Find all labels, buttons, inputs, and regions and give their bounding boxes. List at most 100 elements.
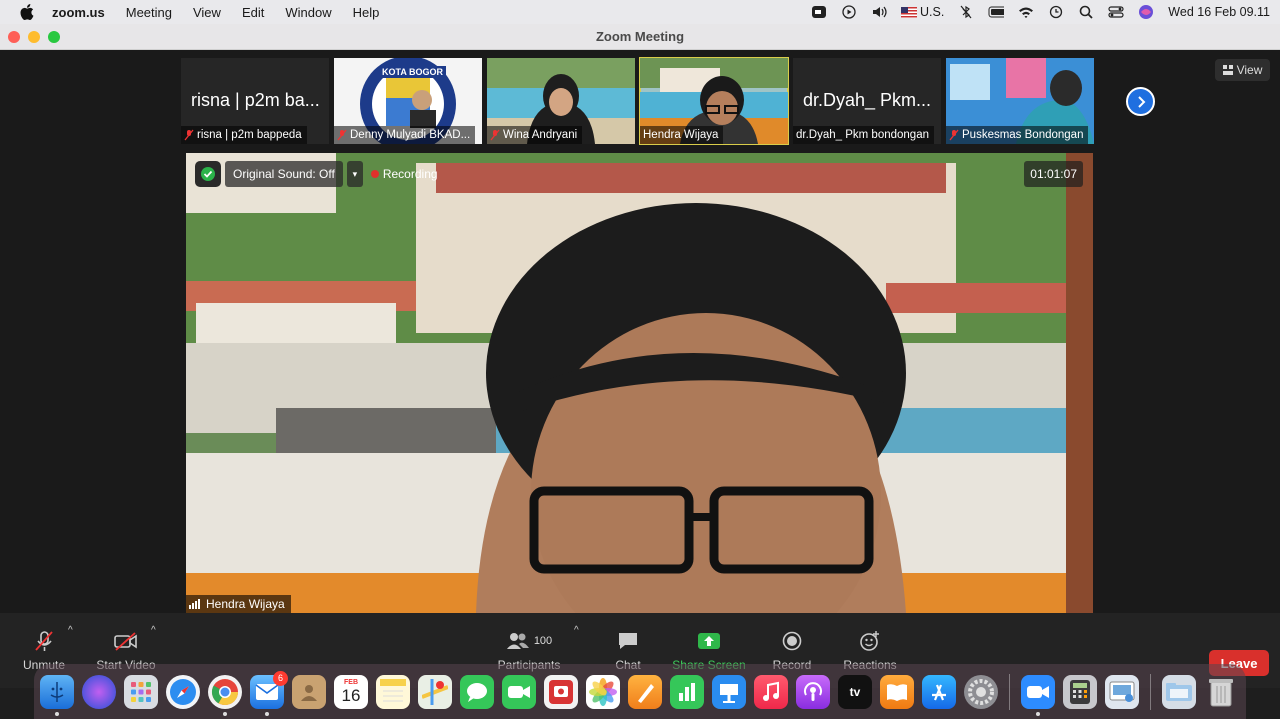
pages-icon[interactable] (628, 674, 662, 709)
speaker-name: Hendra Wijaya (206, 597, 285, 611)
mail-unread-badge: 6 (273, 670, 288, 686)
participant-thumbnail[interactable]: dr.Dyah_ Pkm... dr.Dyah_ Pkm bondongan (793, 58, 941, 144)
downloads-folder-icon[interactable] (1162, 674, 1196, 709)
audio-options-chevron-icon[interactable]: ^ (68, 625, 73, 636)
fullscreen-window-button[interactable] (48, 31, 60, 43)
tv-label: tv (849, 684, 861, 699)
video-off-icon (113, 630, 139, 652)
system-preferences-icon[interactable] (964, 674, 998, 709)
original-sound-dropdown[interactable]: ▾ (346, 161, 363, 187)
participant-name: dr.Dyah_ Pkm bondongan (796, 129, 929, 141)
participant-label: Hendra Wijaya (640, 126, 724, 144)
window-title: Zoom Meeting (595, 29, 685, 44)
zoom-app-icon[interactable] (1021, 674, 1055, 716)
mail-icon[interactable]: 6 (250, 670, 288, 716)
recording-dot-icon (370, 170, 379, 178)
music-icon[interactable] (754, 674, 788, 709)
input-source[interactable]: U.S. (900, 5, 945, 19)
active-speaker-video[interactable]: Original Sound: Off ▾ Recording 01:01:07… (186, 153, 1093, 613)
photos-icon[interactable] (586, 674, 620, 709)
original-sound-toggle[interactable]: Original Sound: Off (225, 161, 343, 187)
security-shield-icon[interactable] (195, 161, 221, 187)
participants-icon-group: 100 (506, 630, 552, 652)
calculator-icon[interactable] (1063, 674, 1097, 709)
participant-label: Denny Mulyadi BKAD... (334, 126, 476, 144)
participant-thumbnail[interactable]: Wina Andryani (487, 58, 635, 144)
photo-booth-icon[interactable] (544, 674, 578, 709)
recording-indicator[interactable]: Recording (367, 161, 442, 187)
time-machine-icon[interactable] (1048, 5, 1064, 19)
battery-icon[interactable] (988, 5, 1005, 19)
siri-icon[interactable] (82, 674, 116, 709)
chrome-icon[interactable] (208, 674, 242, 716)
signal-strength-icon (189, 599, 200, 609)
participant-name: Puskesmas Bondongan (962, 129, 1084, 141)
participant-label: risna | p2m bappeda (181, 126, 307, 144)
keynote-icon[interactable] (712, 674, 746, 709)
participant-thumbnail[interactable]: Puskesmas Bondongan (946, 58, 1094, 144)
play-icon[interactable] (841, 5, 857, 19)
messages-icon[interactable] (460, 674, 494, 709)
participant-label: dr.Dyah_ Pkm bondongan (793, 126, 934, 144)
bluetooth-off-icon[interactable] (958, 5, 974, 19)
recording-label: Recording (382, 167, 438, 181)
dock-separator (1009, 673, 1010, 710)
menu-help[interactable]: Help (353, 5, 380, 20)
participant-thumbnail-active-speaker[interactable]: Hendra Wijaya (639, 57, 789, 145)
calendar-icon[interactable]: FEB 16 (334, 674, 368, 709)
minimize-window-button[interactable] (28, 31, 40, 43)
participant-label: Puskesmas Bondongan (946, 126, 1089, 144)
video-options-chevron-icon[interactable]: ^ (151, 625, 156, 636)
podcasts-icon[interactable] (796, 674, 830, 709)
mic-muted-icon (33, 630, 55, 652)
maps-icon[interactable] (418, 674, 452, 709)
facetime-icon[interactable] (502, 674, 536, 709)
chevron-right-icon (1137, 95, 1145, 108)
calendar-day: 16 (341, 686, 361, 705)
datetime[interactable]: Wed 16 Feb 09.11 (1168, 5, 1270, 19)
siri-icon[interactable] (1138, 5, 1154, 19)
logo-text: KOTA BOGOR (379, 66, 446, 78)
us-flag-icon (900, 6, 917, 18)
trash-icon[interactable] (1204, 675, 1238, 709)
finder-icon[interactable] (40, 674, 74, 716)
wifi-icon[interactable] (1018, 5, 1034, 19)
window-titlebar: Zoom Meeting (0, 24, 1280, 50)
apple-tv-icon[interactable]: tv (838, 674, 872, 709)
menu-view[interactable]: View (193, 5, 221, 20)
share-screen-icon (697, 630, 721, 652)
contacts-icon[interactable] (292, 674, 326, 709)
preview-icon[interactable] (1105, 674, 1139, 709)
zoom-status-icon[interactable] (811, 5, 827, 19)
participant-thumbnail[interactable]: risna | p2m ba... risna | p2m bappeda (181, 58, 329, 144)
participant-display-name: dr.Dyah_ Pkm... (803, 90, 932, 110)
participant-thumbnail[interactable]: KOTA BOGOR Denny Mulyadi BKAD... (334, 58, 482, 144)
launchpad-icon[interactable] (124, 674, 158, 709)
participant-name: Hendra Wijaya (643, 129, 719, 141)
zoom-meeting-window: Zoom Meeting risna | p2m ba... risna | p… (0, 24, 1280, 688)
apple-logo-icon[interactable] (20, 4, 34, 20)
menu-meeting[interactable]: Meeting (126, 5, 172, 20)
menu-window[interactable]: Window (285, 5, 331, 20)
volume-icon[interactable] (871, 5, 887, 19)
view-button[interactable]: View (1215, 59, 1270, 81)
menu-bar: zoom.us Meeting View Edit Window Help U.… (0, 0, 1280, 24)
spotlight-search-icon[interactable] (1078, 5, 1094, 19)
participant-thumbnail-strip: risna | p2m ba... risna | p2m bappeda KO… (181, 57, 1094, 145)
app-store-icon[interactable] (922, 674, 956, 709)
control-center-icon[interactable] (1108, 5, 1124, 19)
menu-app-name[interactable]: zoom.us (52, 5, 105, 20)
safari-icon[interactable] (166, 674, 200, 709)
numbers-icon[interactable] (670, 674, 704, 709)
participants-options-chevron-icon[interactable]: ^ (574, 625, 579, 636)
menu-edit[interactable]: Edit (242, 5, 264, 20)
close-window-button[interactable] (8, 31, 20, 43)
next-page-button[interactable] (1126, 87, 1155, 116)
books-icon[interactable] (880, 674, 914, 709)
view-button-label: View (1236, 63, 1263, 77)
participant-label: Wina Andryani (487, 126, 583, 144)
input-source-label: U.S. (919, 5, 945, 19)
mic-muted-icon (337, 129, 347, 141)
participant-name: Wina Andryani (503, 129, 578, 141)
notes-icon[interactable] (376, 674, 410, 709)
